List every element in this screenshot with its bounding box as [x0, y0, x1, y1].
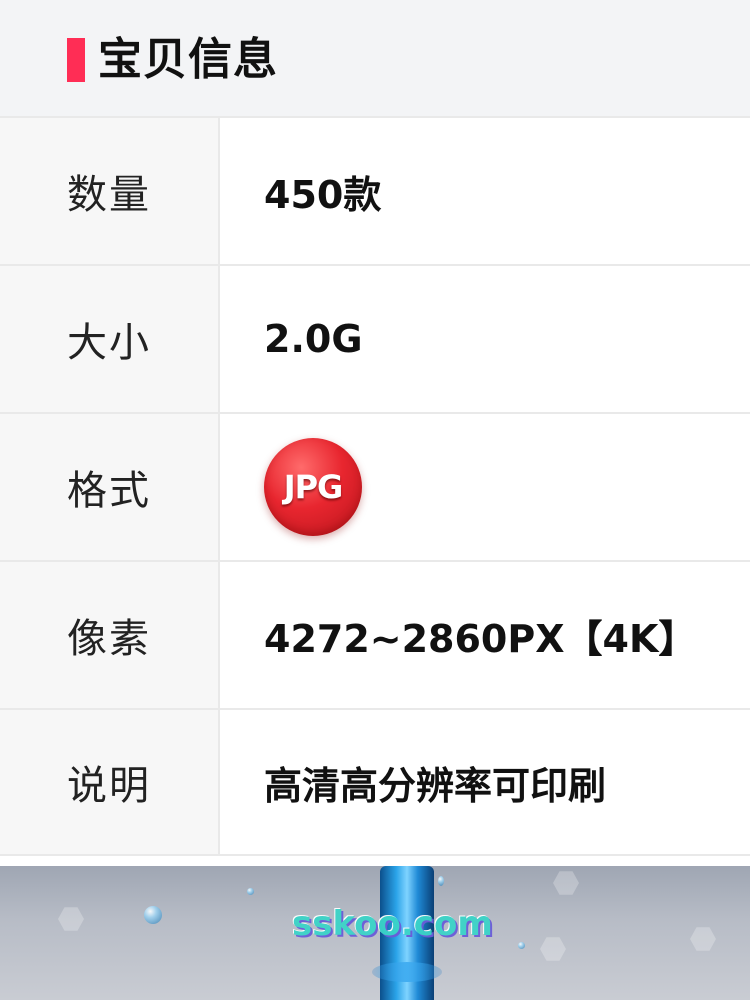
table-row: 大小 2.0G — [0, 264, 750, 412]
table-row: 说明 高清高分辨率可印刷 — [0, 708, 750, 856]
hexagon-decoration — [690, 927, 716, 951]
water-drop — [438, 876, 444, 886]
info-table: 数量 450款 大小 2.0G 格式 JPG 像素 4272~2860PX【4K… — [0, 116, 750, 856]
row-label-description: 说明 — [0, 710, 220, 854]
row-label-pixels: 像素 — [0, 562, 220, 708]
accent-bar — [67, 38, 85, 82]
preview-image: sskoo.com — [0, 866, 750, 1000]
section-header: 宝贝信息 — [0, 0, 750, 116]
water-drop — [144, 906, 162, 924]
water-ripple — [372, 962, 442, 982]
row-value-size: 2.0G — [264, 317, 363, 361]
product-info-page: 宝贝信息 数量 450款 大小 2.0G 格式 JPG 像素 4272~2860… — [0, 0, 750, 1000]
hexagon-decoration — [540, 937, 566, 961]
row-value-quantity: 450款 — [264, 172, 382, 217]
row-value-pixels: 4272~2860PX【4K】 — [264, 616, 697, 661]
table-row: 数量 450款 — [0, 116, 750, 264]
row-label-size: 大小 — [0, 266, 220, 412]
row-label-format: 格式 — [0, 414, 220, 560]
water-drop — [518, 942, 525, 949]
row-value-format: JPG — [264, 414, 750, 560]
row-value-description: 高清高分辨率可印刷 — [264, 763, 607, 808]
row-label-quantity: 数量 — [0, 118, 220, 264]
hexagon-decoration — [58, 907, 84, 931]
jpg-format-icon: JPG — [264, 438, 362, 536]
section-title: 宝贝信息 — [98, 34, 278, 85]
hexagon-decoration — [553, 871, 579, 895]
water-drop — [247, 888, 254, 895]
watermark-logo: sskoo.com — [292, 904, 493, 944]
table-row: 格式 JPG — [0, 412, 750, 560]
table-row: 像素 4272~2860PX【4K】 — [0, 560, 750, 708]
